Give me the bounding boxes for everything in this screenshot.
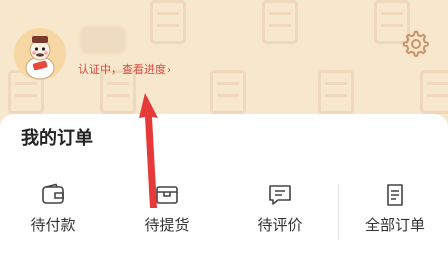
order-pending-payment[interactable]: 待付款 — [8, 182, 98, 234]
document-list-icon — [387, 184, 403, 206]
orders-section-title: 我的订单 — [21, 128, 93, 149]
divider — [338, 184, 339, 240]
order-item-label: 待提货 — [144, 216, 190, 234]
avatar[interactable] — [14, 28, 66, 80]
watermark-pattern — [210, 70, 246, 114]
comment-icon — [269, 185, 291, 205]
watermark-pattern — [420, 70, 448, 114]
box-icon — [156, 186, 178, 204]
gear-icon[interactable] — [402, 30, 430, 58]
chevron-right-icon: › — [167, 65, 171, 76]
verification-status-text: 认证中，查看进度 — [78, 63, 166, 76]
watermark-pattern — [318, 70, 354, 114]
watermark-pattern — [262, 0, 298, 44]
order-item-label: 待付款 — [30, 216, 76, 234]
username-blurred — [80, 26, 126, 54]
order-item-label: 全部订单 — [364, 216, 425, 234]
mascot-avatar-icon — [14, 28, 66, 80]
order-pending-pickup[interactable]: 待提货 — [122, 182, 212, 234]
order-all[interactable]: 全部订单 — [350, 182, 440, 234]
watermark-pattern — [150, 0, 186, 44]
order-pending-review[interactable]: 待评价 — [235, 182, 325, 234]
profile-header: 认证中，查看进度› — [0, 0, 448, 124]
wallet-icon — [42, 183, 64, 204]
order-item-label: 待评价 — [257, 216, 303, 234]
verification-status-link[interactable]: 认证中，查看进度› — [78, 63, 171, 78]
